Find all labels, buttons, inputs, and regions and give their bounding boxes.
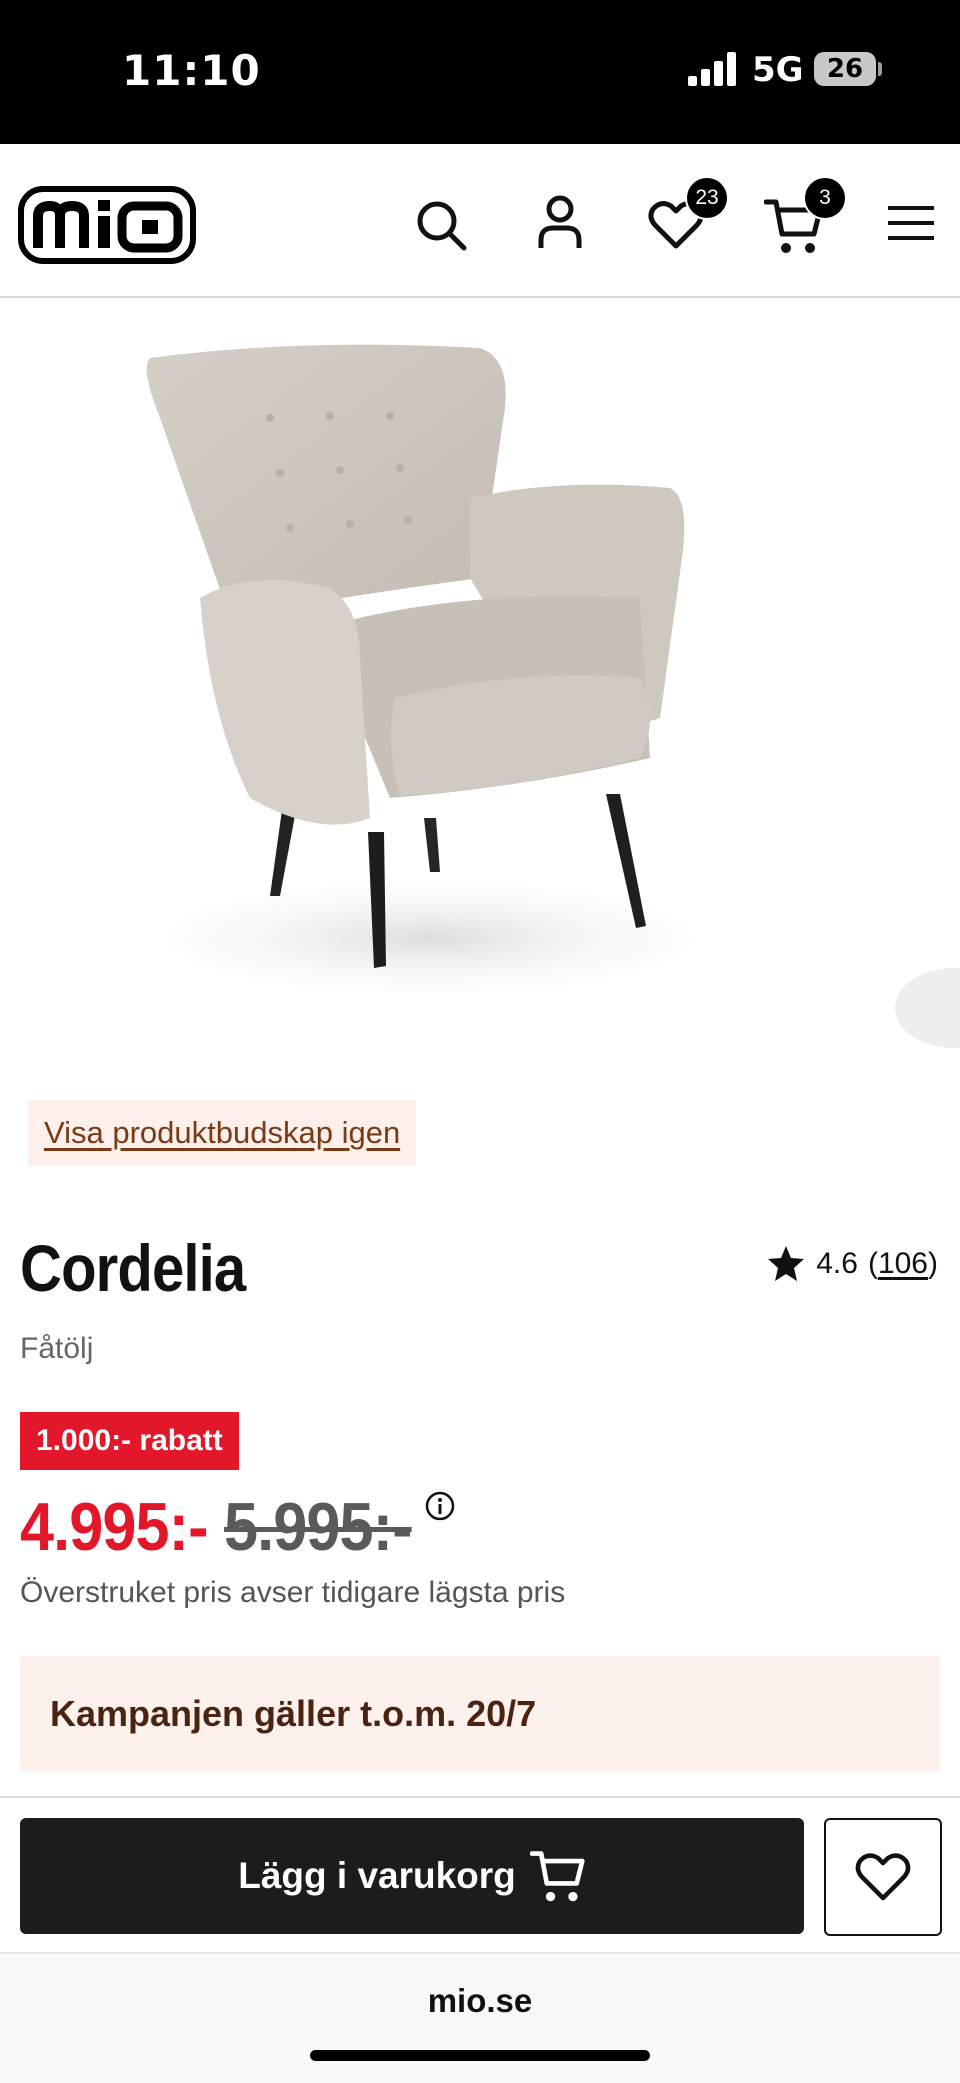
add-to-cart-label: Lägg i varukorg: [238, 1855, 516, 1896]
info-icon[interactable]: [424, 1490, 456, 1522]
rating-open-paren: (: [867, 1247, 878, 1280]
cart-count-badge: 3: [803, 176, 847, 220]
status-bar: 11:10 5G 26: [0, 0, 960, 144]
address-bar[interactable]: mio.se: [0, 1982, 960, 2020]
signal-icon: [688, 52, 736, 86]
battery-icon: 26: [814, 52, 876, 86]
product-rating[interactable]: 4.6 ( 106 ): [766, 1244, 938, 1284]
current-price: 4.995:-: [20, 1489, 209, 1565]
product-category: Fåtölj: [20, 1332, 94, 1365]
cart-icon: [529, 1851, 585, 1902]
rating-close-paren: ): [928, 1247, 938, 1280]
product-title: Cordelia: [20, 1231, 246, 1305]
mio-logo[interactable]: [18, 186, 196, 264]
heart-icon: [855, 1853, 911, 1901]
price-note: Överstruket pris avser tidigare lägsta p…: [20, 1576, 566, 1609]
wishlist-count-badge: 23: [685, 176, 729, 220]
search-icon[interactable]: [414, 198, 468, 252]
network-label: 5G: [752, 50, 804, 90]
campaign-text: Kampanjen gäller t.o.m. 20/7: [50, 1693, 537, 1734]
show-product-message-label[interactable]: Visa produktbudskap igen: [44, 1115, 400, 1151]
home-indicator[interactable]: [310, 2050, 650, 2061]
divider: [0, 1796, 960, 1798]
rating-score: 4.6: [816, 1247, 858, 1280]
site-header: 23 3: [0, 144, 960, 298]
account-icon[interactable]: [536, 194, 584, 250]
discount-badge: 1.000:- rabatt: [20, 1412, 239, 1470]
show-product-message-link[interactable]: Visa produktbudskap igen: [28, 1100, 417, 1166]
menu-icon[interactable]: [886, 204, 936, 242]
star-icon: [768, 1246, 805, 1281]
product-image[interactable]: [0, 298, 960, 1068]
add-to-wishlist-button[interactable]: [824, 1818, 942, 1936]
battery-tip: [878, 62, 882, 76]
add-to-cart-button[interactable]: Lägg i varukorg: [20, 1818, 804, 1934]
campaign-banner: Kampanjen gäller t.o.m. 20/7: [20, 1656, 940, 1772]
review-count-link[interactable]: 106: [878, 1247, 928, 1281]
status-time: 11:10: [122, 46, 261, 95]
original-price: 5.995:-: [224, 1489, 413, 1565]
